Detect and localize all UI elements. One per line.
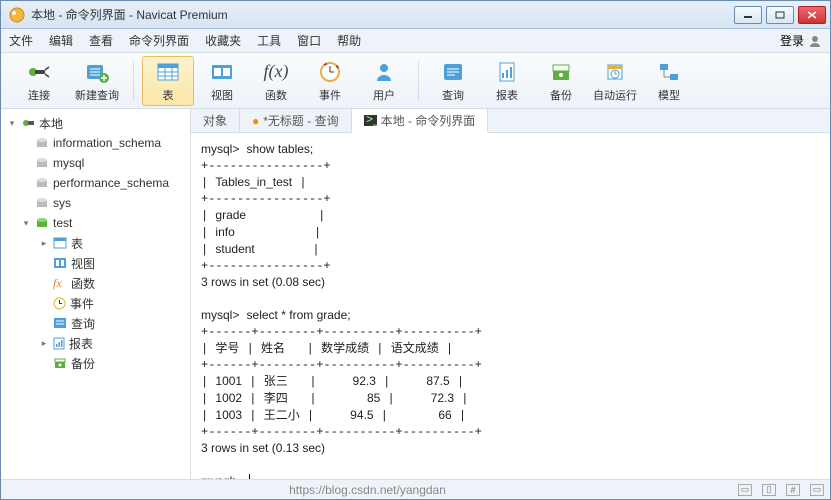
tool-model[interactable]: 模型 — [643, 56, 695, 106]
new-query-icon — [84, 61, 110, 83]
menu-fav[interactable]: 收藏夹 — [205, 32, 241, 49]
tool-view[interactable]: 视图 — [196, 56, 248, 106]
chevron-down-icon[interactable]: ▾ — [21, 218, 31, 229]
status-box-3[interactable]: # — [786, 484, 800, 496]
query-icon — [53, 317, 67, 329]
menu-view[interactable]: 查看 — [89, 32, 113, 49]
svg-text:>_: >_ — [366, 115, 377, 126]
tool-connect[interactable]: 连接 — [11, 56, 67, 106]
statusbar: https://blog.csdn.net/yangdan ▭ ▯ # ▭ — [1, 479, 830, 499]
menu-tools[interactable]: 工具 — [257, 32, 281, 49]
backup-icon — [53, 357, 67, 369]
tree-backups[interactable]: ▸备份 — [3, 353, 188, 373]
connection-icon — [21, 117, 35, 129]
console-icon: >_ — [364, 115, 377, 126]
tool-auto[interactable]: 自动运行 — [589, 56, 641, 106]
model-icon — [658, 62, 680, 82]
database-icon — [35, 137, 49, 149]
tab-untitled-query[interactable]: ●*无标题 - 查询 — [240, 109, 352, 132]
toolbar-separator — [418, 61, 419, 101]
backup-icon — [550, 62, 572, 82]
modified-indicator-icon: ● — [252, 114, 259, 128]
view-icon — [210, 62, 234, 82]
login-label: 登录 — [780, 32, 804, 49]
menu-window[interactable]: 窗口 — [297, 32, 321, 49]
tab-strip: 对象 ●*无标题 - 查询 >_本地 - 命令列界面 — [191, 109, 830, 133]
tool-function[interactable]: f(x) 函数 — [250, 56, 302, 106]
console-output[interactable]: mysql> show tables; +----------------+ |… — [191, 133, 830, 479]
tree-queries[interactable]: ▸查询 — [3, 313, 188, 333]
chevron-right-icon[interactable]: ▸ — [39, 338, 49, 349]
tool-report[interactable]: 报表 — [481, 56, 533, 106]
auto-icon — [604, 61, 626, 83]
titlebar: 本地 - 命令列界面 - Navicat Premium — [1, 1, 830, 29]
fx-icon: fx — [53, 276, 67, 291]
tree-db[interactable]: ▸mysql — [3, 153, 188, 173]
menu-help[interactable]: 帮助 — [337, 32, 361, 49]
database-icon — [35, 177, 49, 189]
nav-tree[interactable]: ▾ 本地 ▸information_schema ▸mysql ▸perform… — [1, 109, 191, 479]
tool-new-query[interactable]: 新建查询 — [69, 56, 125, 106]
menu-cli[interactable]: 命令列界面 — [129, 32, 189, 49]
clock-icon — [319, 61, 341, 83]
tab-objects[interactable]: 对象 — [191, 109, 240, 132]
fx-icon: f(x) — [264, 61, 289, 82]
tree-reports[interactable]: ▸报表 — [3, 333, 188, 353]
tree-views[interactable]: ▸视图 — [3, 253, 188, 273]
plug-icon — [25, 61, 53, 83]
clock-icon — [53, 297, 66, 310]
maximize-button[interactable] — [766, 6, 794, 24]
tree-functions[interactable]: ▸fx函数 — [3, 273, 188, 293]
tree-tables[interactable]: ▸表 — [3, 233, 188, 253]
report-icon — [497, 61, 517, 83]
tool-backup[interactable]: 备份 — [535, 56, 587, 106]
user-icon — [374, 61, 394, 83]
login-button[interactable]: 登录 — [780, 32, 822, 49]
tool-event[interactable]: 事件 — [304, 56, 356, 106]
user-icon — [808, 34, 822, 48]
tool-query[interactable]: 查询 — [427, 56, 479, 106]
tab-cli[interactable]: >_本地 - 命令列界面 — [352, 109, 489, 133]
tree-db[interactable]: ▸performance_schema — [3, 173, 188, 193]
minimize-button[interactable] — [734, 6, 762, 24]
status-box-1[interactable]: ▭ — [738, 484, 752, 496]
table-icon — [53, 237, 67, 249]
report-icon — [53, 337, 65, 350]
tree-db-test[interactable]: ▾test — [3, 213, 188, 233]
query-icon — [442, 62, 464, 82]
chevron-right-icon[interactable]: ▸ — [39, 238, 49, 249]
view-icon — [53, 257, 67, 269]
menu-file[interactable]: 文件 — [9, 32, 33, 49]
tree-db[interactable]: ▸information_schema — [3, 133, 188, 153]
close-button[interactable] — [798, 6, 826, 24]
app-icon — [9, 7, 25, 23]
tool-user[interactable]: 用户 — [358, 56, 410, 106]
status-box-2[interactable]: ▯ — [762, 484, 776, 496]
database-icon — [35, 197, 49, 209]
database-icon — [35, 157, 49, 169]
menubar: 文件 编辑 查看 命令列界面 收藏夹 工具 窗口 帮助 登录 — [1, 29, 830, 53]
window-title: 本地 - 命令列界面 - Navicat Premium — [31, 6, 734, 23]
tree-db[interactable]: ▸sys — [3, 193, 188, 213]
database-icon — [35, 217, 49, 229]
tree-conn[interactable]: ▾ 本地 — [3, 113, 188, 133]
menu-edit[interactable]: 编辑 — [49, 32, 73, 49]
watermark: https://blog.csdn.net/yangdan — [7, 483, 728, 497]
status-box-4[interactable]: ▭ — [810, 484, 824, 496]
toolbar: 连接 新建查询 表 视图 f(x) 函数 事件 用户 查询 报表 备份 自动运行 — [1, 53, 830, 109]
tool-table[interactable]: 表 — [142, 56, 194, 106]
table-icon — [156, 62, 180, 82]
chevron-down-icon[interactable]: ▾ — [7, 118, 17, 129]
toolbar-separator — [133, 61, 134, 101]
tree-events[interactable]: ▸事件 — [3, 293, 188, 313]
